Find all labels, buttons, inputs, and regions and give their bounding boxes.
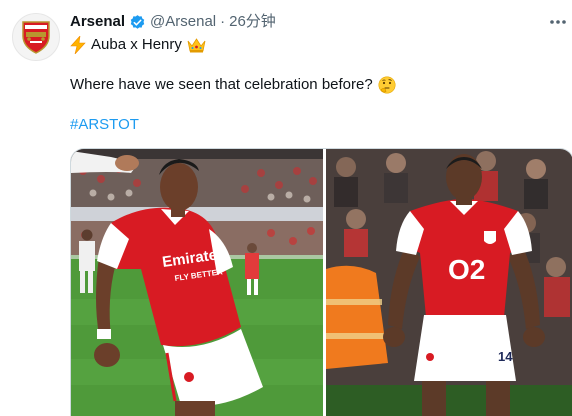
- crown-emoji: [187, 38, 206, 53]
- verified-badge-icon: [130, 14, 145, 29]
- photo-henry[interactable]: O2 14: [326, 149, 572, 416]
- tweet-card[interactable]: Arsenal @Arsenal · 26分钟 Auba x Henry Whe…: [0, 0, 572, 416]
- tweet-text-question: Where have we seen that celebration befo…: [70, 76, 373, 93]
- arsenal-crest-icon: [22, 21, 50, 54]
- avatar[interactable]: [12, 13, 60, 61]
- tweet-header: Arsenal @Arsenal · 26分钟: [70, 12, 276, 32]
- more-options-button[interactable]: [548, 12, 568, 32]
- shorts-number: 14: [498, 349, 513, 364]
- media-grid: Emirates FLY BETTER O2 14: [70, 148, 572, 416]
- tweet-text-line-2: Where have we seen that celebration befo…: [70, 75, 396, 95]
- more-options-icon: [550, 20, 566, 24]
- timestamp[interactable]: 26分钟: [229, 12, 276, 32]
- author-handle[interactable]: @Arsenal: [150, 12, 216, 32]
- author-name[interactable]: Arsenal: [70, 12, 125, 32]
- header-separator: ·: [220, 13, 226, 30]
- photo-aubameyang[interactable]: Emirates FLY BETTER: [71, 149, 323, 416]
- tweet-text-line-1: Auba x Henry: [70, 35, 206, 55]
- thinking-face-emoji: [378, 76, 396, 94]
- tweet-text-title: Auba x Henry: [91, 36, 182, 53]
- shirt-sponsor-o2: O2: [448, 254, 485, 285]
- hashtag-link[interactable]: #ARSTOT: [70, 115, 139, 135]
- lightning-emoji: [70, 36, 86, 54]
